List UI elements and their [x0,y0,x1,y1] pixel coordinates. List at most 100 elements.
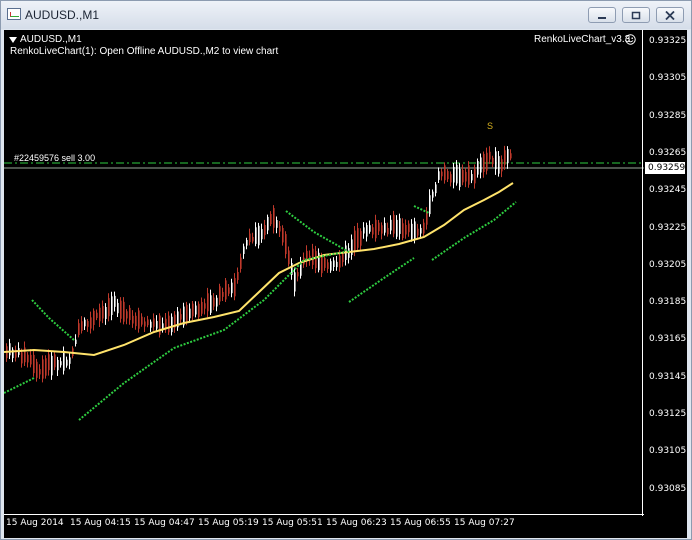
candle-body [315,251,317,269]
candle-body [204,303,206,309]
candle-body [84,319,86,327]
candle-body [45,358,47,376]
close-icon [665,11,675,20]
candle-body [156,320,158,329]
current-price-label: 0.93259 [645,162,685,174]
candle-body [468,165,470,185]
candle-body [264,224,266,236]
order-label[interactable]: #22459576 sell 3.00 [14,153,95,163]
price-tick-label: 0.93285 [649,110,687,121]
candle-body [246,239,248,246]
candle-body [444,165,446,181]
price-chart[interactable]: AUDUSD.,M1 RenkoLiveChart(1): Open Offli… [4,30,687,538]
candle-body [105,306,107,319]
candle-body [96,312,98,319]
candle-body [111,296,113,315]
candle-body [147,319,149,326]
trailing-stop-line [431,201,517,261]
candle-body [273,208,275,228]
trailing-stop-line [78,251,345,421]
candle-body [192,303,194,317]
candle-body [411,223,413,240]
candle-body [453,166,455,183]
candle-body [54,354,56,368]
candle-body [462,170,464,183]
title-bar[interactable]: AUDUSD.,M1 [1,1,691,29]
symbol-label: AUDUSD.,M1 [20,34,82,45]
candle-body [420,227,422,234]
candle-body [87,321,89,327]
moving-average-line [4,182,514,357]
candle-body [270,214,272,225]
trailing-stop-line [4,377,35,394]
candle-body [171,316,173,333]
candle-body [393,214,395,234]
price-axis[interactable] [642,30,687,516]
symbol-menu-icon[interactable] [9,37,17,43]
candle-body [285,234,287,255]
candle-body [501,159,503,172]
restore-button[interactable] [622,7,650,23]
candle-body [120,300,122,319]
restore-icon [631,11,641,20]
candle-body [102,306,104,319]
candle-body [63,350,65,371]
candle-body [381,225,383,234]
candle-body [384,222,386,233]
candle-body [210,295,212,313]
candle-body [258,225,260,246]
candle-body [30,354,32,365]
candle-body [417,228,419,236]
candle-body [207,293,209,312]
candle-body [342,254,344,263]
candle-body [324,257,326,268]
candle-body [375,219,377,239]
candle-body [483,153,485,173]
candle-body [279,226,281,232]
candle-body [237,271,239,280]
indicator-message: RenkoLiveChart(1): Open Offline AUDUSD.,… [10,46,279,57]
candle-body [282,227,284,243]
candle-body [186,304,188,324]
candle-body [480,157,482,173]
candle-body [9,343,11,356]
time-tick-label: 15 Aug 04:15 [70,518,131,528]
candle-body [471,174,473,181]
plot-area[interactable] [4,30,644,514]
candle-body [255,227,257,244]
time-tick-label: 15 Aug 06:23 [326,518,387,528]
candle-body [450,174,452,183]
candle-body [447,171,449,180]
candle-body [129,307,131,321]
candle-body [123,301,125,322]
candle-body [456,164,458,184]
candle-body [321,256,323,274]
candle-body [78,323,80,336]
candle-body [135,315,137,327]
candle-body [402,223,404,239]
candle-body [222,291,224,297]
close-button[interactable] [656,7,684,23]
time-tick-label: 15 Aug 2014 [6,518,64,528]
candle-body [438,171,440,180]
candle-body [75,339,77,344]
candle-body [141,316,143,325]
candle-body [216,297,218,307]
time-tick-label: 15 Aug 06:55 [390,518,451,528]
price-tick-label: 0.93325 [649,36,687,46]
candle-body [48,354,50,371]
candle-body [354,230,356,251]
time-tick-label: 15 Aug 05:51 [262,518,323,528]
time-tick-label: 15 Aug 05:19 [198,518,259,528]
candle-body [138,310,140,329]
candle-body [396,219,398,237]
candle-body [492,157,494,165]
candle-body [441,171,443,177]
candle-body [294,272,296,292]
candle-body [168,315,170,333]
candle-body [261,229,263,240]
candle-body [159,315,161,335]
candle-body [39,369,41,375]
candle-body [198,303,200,318]
minimize-button[interactable] [588,7,616,23]
